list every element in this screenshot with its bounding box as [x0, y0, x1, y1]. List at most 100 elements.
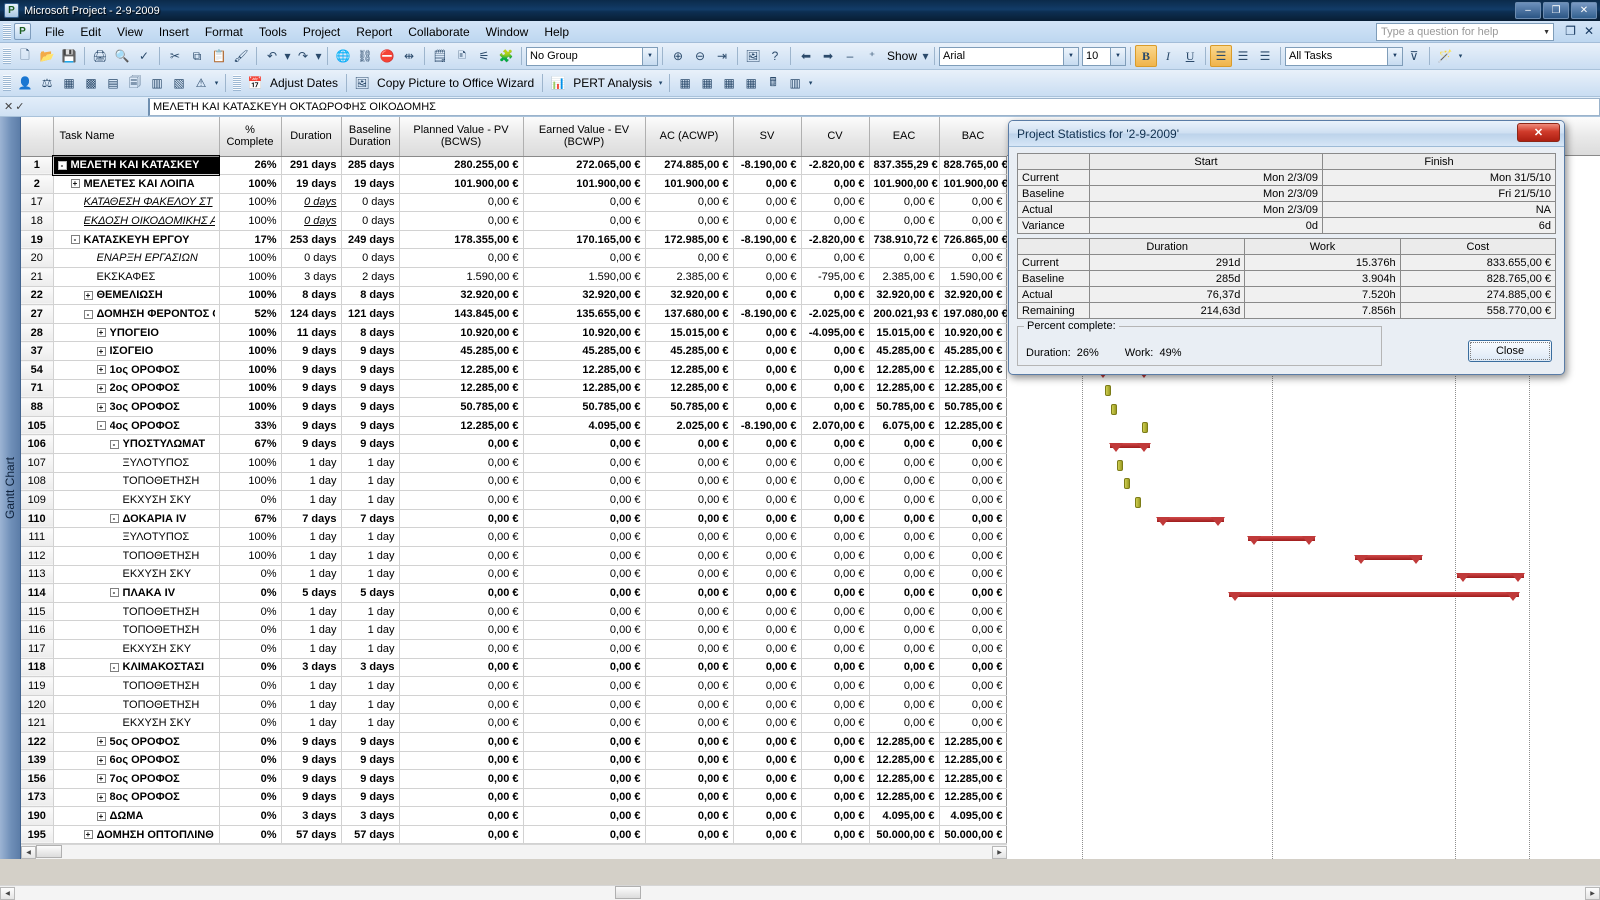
row-id-cell[interactable]: 115: [21, 602, 54, 622]
pct-complete-cell[interactable]: 100%: [219, 341, 282, 362]
eac-cell[interactable]: 0,00 €: [869, 658, 940, 678]
scroll-left-icon[interactable]: ◀: [0, 886, 15, 900]
collapse-icon[interactable]: -: [109, 662, 119, 672]
actual-cost-cell[interactable]: 0,00 €: [645, 583, 734, 603]
sv-cell[interactable]: 0,00 €: [733, 397, 802, 417]
eac-cell[interactable]: 0,00 €: [869, 434, 940, 454]
pct-complete-cell[interactable]: 0%: [219, 695, 282, 715]
task-name-cell[interactable]: +7ος ΟΡΟΦΟΣ: [53, 769, 220, 789]
split-task-icon[interactable]: ⇹: [398, 45, 420, 67]
task-name-cell[interactable]: - ΔΟΚΑΡΙΑ IV: [53, 509, 220, 529]
baseline-duration-cell[interactable]: 2 days: [341, 267, 400, 287]
task-name-cell[interactable]: ΤΟΠΟΘΕΤΗΣΗ: [53, 472, 220, 492]
task-name-cell[interactable]: ΕΚΔΟΣΗ ΟΙΚΟΔΟΜΙΚΗΣ Α: [53, 211, 220, 231]
bac-cell[interactable]: 0,00 €: [939, 546, 1008, 566]
cv-cell[interactable]: 0,00 €: [801, 676, 870, 696]
eac-cell[interactable]: 101.900,00 €: [869, 174, 940, 194]
planned-value-cell[interactable]: 0,00 €: [399, 695, 524, 715]
task-name-cell[interactable]: - ΚΑΤΑΣΚΕΥΗ ΕΡΓΟΥ: [53, 230, 220, 250]
baseline-duration-cell[interactable]: 1 day: [341, 713, 400, 733]
save-icon[interactable]: 💾: [58, 45, 80, 67]
cv-cell[interactable]: -2.820,00 €: [801, 230, 870, 250]
duration-cell[interactable]: 1 day: [281, 453, 342, 473]
bac-cell[interactable]: 0,00 €: [939, 248, 1008, 269]
duration-cell[interactable]: 5 days: [281, 583, 342, 603]
pct-complete-cell[interactable]: 0%: [219, 751, 282, 771]
redo-icon[interactable]: ↷: [292, 45, 314, 67]
sheet-scroll-thumb[interactable]: [36, 845, 62, 859]
planned-value-cell[interactable]: 0,00 €: [399, 676, 524, 696]
gantt-summary-bar[interactable]: [1156, 517, 1225, 527]
toolbar-overflow-icon[interactable]: ▾: [656, 72, 665, 94]
bac-cell[interactable]: 50.000,00 €: [939, 825, 1008, 845]
eac-cell[interactable]: 200.021,93 €: [869, 304, 940, 324]
baseline-duration-cell[interactable]: 19 days: [341, 174, 400, 194]
task-name-cell[interactable]: + ΙΣΟΓΕΙΟ: [53, 341, 220, 362]
duration-cell[interactable]: 11 days: [281, 323, 342, 343]
menu-item-report[interactable]: Report: [348, 22, 400, 42]
actual-cost-cell[interactable]: 0,00 €: [645, 490, 734, 510]
warning-icon[interactable]: ⚠: [190, 72, 212, 94]
eac-cell[interactable]: 12.285,00 €: [869, 360, 940, 380]
earned-value-cell[interactable]: 0,00 €: [523, 639, 646, 659]
row-id-cell[interactable]: 22: [21, 286, 54, 306]
duration-cell[interactable]: 1 day: [281, 527, 342, 547]
bac-cell[interactable]: 0,00 €: [939, 527, 1008, 547]
task-name-cell[interactable]: + ΘΕΜΕΛΙΩΣΗ: [53, 286, 220, 306]
bac-cell[interactable]: 32.920,00 €: [939, 286, 1008, 306]
menu-item-project[interactable]: Project: [295, 22, 348, 42]
gantt-summary-bar[interactable]: [1228, 591, 1520, 601]
show-subtasks-icon[interactable]: ⁺: [861, 45, 883, 67]
duration-cell[interactable]: 3 days: [281, 658, 342, 678]
actual-cost-cell[interactable]: 12.285,00 €: [645, 379, 734, 399]
bac-cell[interactable]: 197.080,00 €: [939, 304, 1008, 324]
row-id-cell[interactable]: 111: [21, 527, 54, 547]
cv-cell[interactable]: 0,00 €: [801, 509, 870, 529]
cv-cell[interactable]: 0,00 €: [801, 453, 870, 473]
cv-cell[interactable]: 0,00 €: [801, 602, 870, 622]
row-id-cell[interactable]: 110: [21, 509, 54, 529]
earned-value-cell[interactable]: 45.285,00 €: [523, 341, 646, 362]
actual-cost-cell[interactable]: 50.785,00 €: [645, 397, 734, 417]
gantt-task-bar[interactable]: [1105, 385, 1111, 397]
expand-icon[interactable]: +: [83, 830, 93, 840]
column-header-sv[interactable]: SV: [733, 117, 802, 157]
sv-cell[interactable]: 0,00 €: [733, 788, 802, 808]
pct-complete-cell[interactable]: 100%: [219, 453, 282, 473]
entry-field[interactable]: ΜΕΛΕΤΗ ΚΑΙ ΚΑΤΑΣΚΕΥΗ ΟΚΤΑΩΡΟΦΗΣ ΟΙΚΟΔΟΜΗ…: [148, 97, 1600, 116]
cv-cell[interactable]: -2.820,00 €: [801, 156, 870, 176]
planned-value-cell[interactable]: 0,00 €: [399, 546, 524, 566]
task-name-cell[interactable]: ΤΟΠΟΘΕΤΗΣΗ: [53, 602, 220, 622]
entry-accept-icon[interactable]: ✓: [15, 100, 24, 113]
table-row[interactable]: 88 +3ος ΟΡΟΦΟΣ 100% 9 days 9 days 50.785,00 €…: [21, 397, 1008, 417]
underline-button[interactable]: U: [1179, 45, 1201, 67]
new-icon[interactable]: 🗋: [14, 45, 36, 67]
actual-cost-cell[interactable]: 0,00 €: [645, 751, 734, 771]
pct-complete-cell[interactable]: 100%: [219, 286, 282, 306]
sv-cell[interactable]: 0,00 €: [733, 806, 802, 826]
planned-value-cell[interactable]: 0,00 €: [399, 769, 524, 789]
planned-value-cell[interactable]: 0,00 €: [399, 527, 524, 547]
cv-cell[interactable]: 0,00 €: [801, 286, 870, 306]
baseline-duration-cell[interactable]: 9 days: [341, 751, 400, 771]
table-row[interactable]: 119 ΤΟΠΟΘΕΤΗΣΗ 0% 1 day 1 day 0,00 €0,00 €0,0…: [21, 676, 1008, 696]
eac-cell[interactable]: 0,00 €: [869, 490, 940, 510]
duration-cell[interactable]: 124 days: [281, 304, 342, 324]
bac-cell[interactable]: 0,00 €: [939, 695, 1008, 715]
actual-cost-cell[interactable]: 0,00 €: [645, 620, 734, 640]
close-button[interactable]: ✕: [1571, 2, 1597, 19]
cv-cell[interactable]: 0,00 €: [801, 193, 870, 213]
cv-cell[interactable]: 0,00 €: [801, 695, 870, 715]
chevron-down-icon[interactable]: ▼: [1110, 47, 1126, 65]
planned-value-cell[interactable]: 0,00 €: [399, 806, 524, 826]
sv-cell[interactable]: 0,00 €: [733, 732, 802, 752]
cv-cell[interactable]: -2.025,00 €: [801, 304, 870, 324]
task-name-cell[interactable]: ΤΟΠΟΘΕΤΗΣΗ: [53, 546, 220, 566]
task-name-cell[interactable]: ΞΥΛΟΤΥΠΟΣ: [53, 453, 220, 473]
duration-cell[interactable]: 9 days: [281, 397, 342, 417]
bac-cell[interactable]: 0,00 €: [939, 565, 1008, 585]
duration-cell[interactable]: 9 days: [281, 434, 342, 454]
table-row[interactable]: 190 + ΔΩΜΑ 0% 3 days 3 days 0,00 €0,00 €0,00 €…: [21, 806, 1008, 826]
spelling-icon[interactable]: ✓: [133, 45, 155, 67]
redo-dropdown-icon[interactable]: ▾: [314, 45, 323, 67]
